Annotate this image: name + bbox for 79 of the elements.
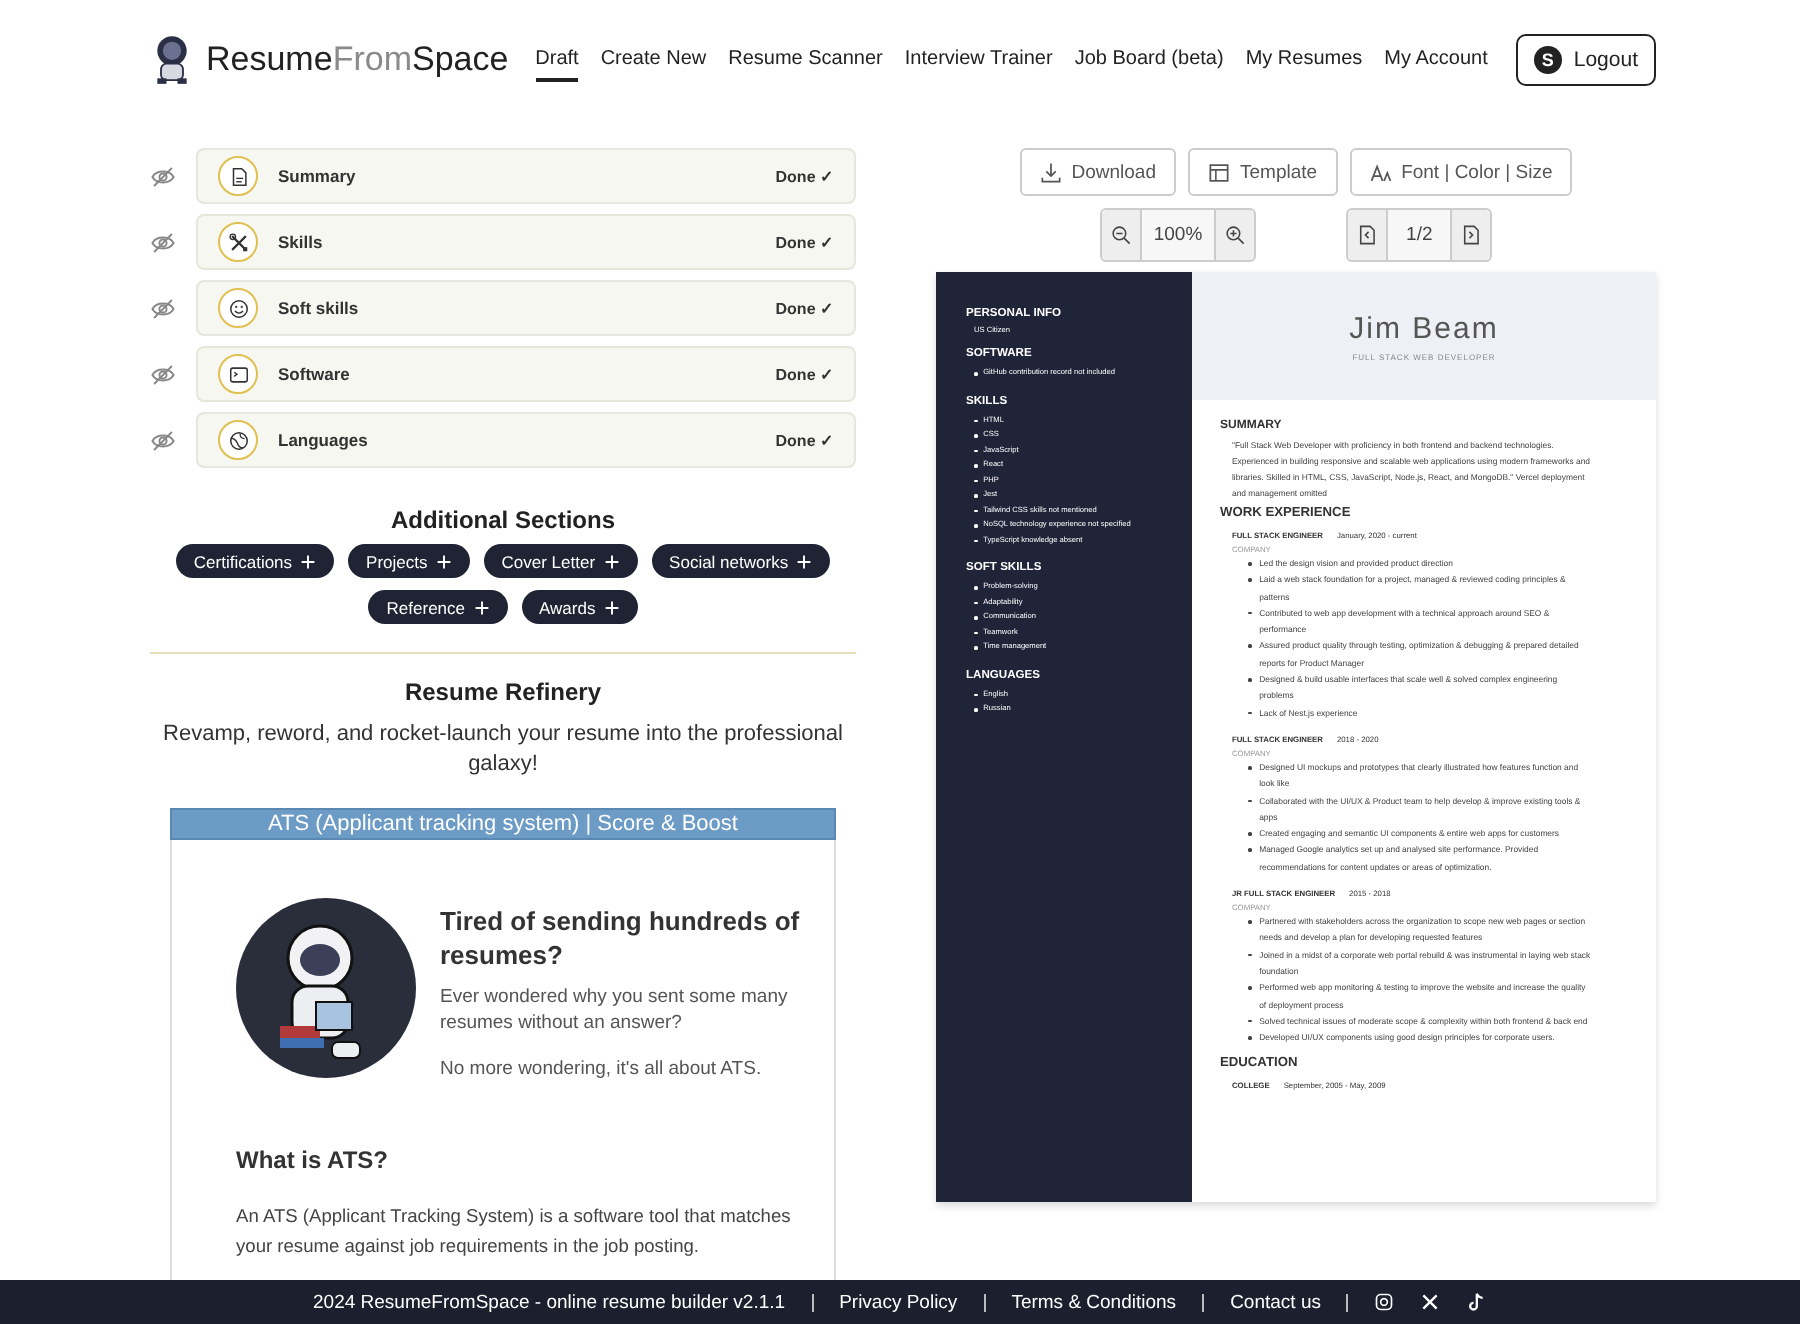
add-section-button[interactable]: Projects xyxy=(348,544,470,578)
ats-question: What is ATS? xyxy=(236,1146,390,1174)
section-card[interactable]: Soft skills Done ✓ xyxy=(196,280,856,336)
tools-icon xyxy=(227,231,249,253)
layout-icon xyxy=(1208,161,1230,183)
additional-sections-title: Additional Sections xyxy=(388,506,617,534)
download-icon xyxy=(1039,161,1062,183)
plus-icon xyxy=(603,599,620,615)
plus-icon xyxy=(435,553,452,569)
section-card[interactable]: Software Done ✓ xyxy=(196,346,856,402)
nav-link[interactable]: My Account xyxy=(1384,39,1488,81)
footer-link[interactable]: Privacy Policy xyxy=(839,1291,958,1313)
page-right-icon xyxy=(1460,224,1483,246)
nav-link[interactable]: My Resumes xyxy=(1245,39,1363,81)
font-icon xyxy=(1369,161,1392,183)
logout-button[interactable]: S Logout xyxy=(1515,34,1656,86)
eye-slash-icon[interactable] xyxy=(150,229,176,255)
eye-slash-icon[interactable] xyxy=(150,295,176,321)
page-left-icon xyxy=(1356,224,1379,246)
section-status: Done ✓ xyxy=(775,233,834,251)
eye-slash-icon[interactable] xyxy=(150,163,176,189)
card-text: No more wondering, it's all about ATS. xyxy=(440,1056,764,1082)
instagram-icon[interactable] xyxy=(1374,1292,1395,1312)
card-heading: Tired of sending hundreds of resumes? xyxy=(440,904,802,972)
section-status: Done ✓ xyxy=(775,167,834,185)
next-page-button[interactable] xyxy=(1452,210,1491,260)
section-card[interactable]: Skills Done ✓ xyxy=(196,214,856,270)
footer-link[interactable]: Terms & Conditions xyxy=(1011,1291,1177,1313)
previous-page-button[interactable] xyxy=(1348,210,1389,260)
zoom-out-button[interactable] xyxy=(1101,210,1142,260)
eye-slash-icon[interactable] xyxy=(150,361,176,387)
section-status: Done ✓ xyxy=(775,431,834,449)
add-section-button[interactable]: Awards xyxy=(521,590,638,624)
section-title: Software xyxy=(278,364,350,384)
toolbar-button[interactable]: Template xyxy=(1188,148,1338,196)
plus-icon xyxy=(473,599,489,615)
logo-text[interactable]: ResumeFromSpace xyxy=(206,40,509,80)
zoom-out-icon xyxy=(1109,224,1132,246)
refinery-subtitle: Revamp, reword, and rocket-launch your resume into the professional galaxy! xyxy=(161,720,845,780)
zoom-in-icon xyxy=(1224,224,1247,246)
section-status: Done ✓ xyxy=(775,365,834,383)
document-icon xyxy=(227,165,249,187)
section-title: Languages xyxy=(278,430,368,450)
add-section-button[interactable]: Social networks xyxy=(651,544,831,578)
plus-icon xyxy=(300,553,317,569)
nav-link[interactable]: Create New xyxy=(600,39,707,81)
card-text: Ever wondered why you sent some many resumes without an answer? xyxy=(440,984,790,1036)
toolbar-button[interactable]: Download xyxy=(1019,148,1176,196)
section-status: Done ✓ xyxy=(775,299,834,317)
globe-icon xyxy=(227,429,249,451)
nav-link[interactable]: Interview Trainer xyxy=(904,39,1053,81)
toolbar-button[interactable]: Font | Color | Size xyxy=(1349,148,1573,196)
smile-icon xyxy=(227,297,249,319)
section-title: Skills xyxy=(278,232,323,252)
ats-answer: An ATS (Applicant Tracking System) is a software tool that matches your resume against job requirements in the job posting. xyxy=(236,1204,793,1260)
terminal-icon xyxy=(227,363,249,385)
add-section-button[interactable]: Certifications xyxy=(175,544,335,578)
footer-link[interactable]: Contact us xyxy=(1230,1291,1321,1313)
add-section-button[interactable]: Cover Letter xyxy=(483,544,638,578)
section-card[interactable]: Languages Done ✓ xyxy=(196,412,856,468)
page-indicator: 1/2 xyxy=(1388,210,1453,260)
add-section-button[interactable]: Reference xyxy=(368,590,507,624)
nav-link[interactable]: Resume Scanner xyxy=(728,39,883,81)
zoom-level: 100% xyxy=(1141,210,1217,260)
eye-slash-icon[interactable] xyxy=(150,427,176,453)
zoom-in-button[interactable] xyxy=(1216,210,1255,260)
avatar-badge: S xyxy=(1533,46,1562,74)
plus-icon xyxy=(796,553,813,569)
x-icon[interactable] xyxy=(1420,1292,1441,1312)
nav-link[interactable]: Job Board (beta) xyxy=(1074,39,1224,81)
refinery-title: Resume Refinery xyxy=(402,678,604,706)
resume-name: Jim Beam xyxy=(1349,311,1499,345)
section-card[interactable]: Summary Done ✓ xyxy=(196,148,856,204)
footer-text: 2024 ResumeFromSpace - online resume builder v2.1.1 xyxy=(313,1291,786,1313)
section-title: Soft skills xyxy=(278,298,359,318)
section-title: Summary xyxy=(278,166,356,186)
nav-link[interactable]: Draft xyxy=(535,39,579,81)
music-note-icon[interactable] xyxy=(1466,1292,1487,1312)
plus-icon xyxy=(603,553,620,569)
